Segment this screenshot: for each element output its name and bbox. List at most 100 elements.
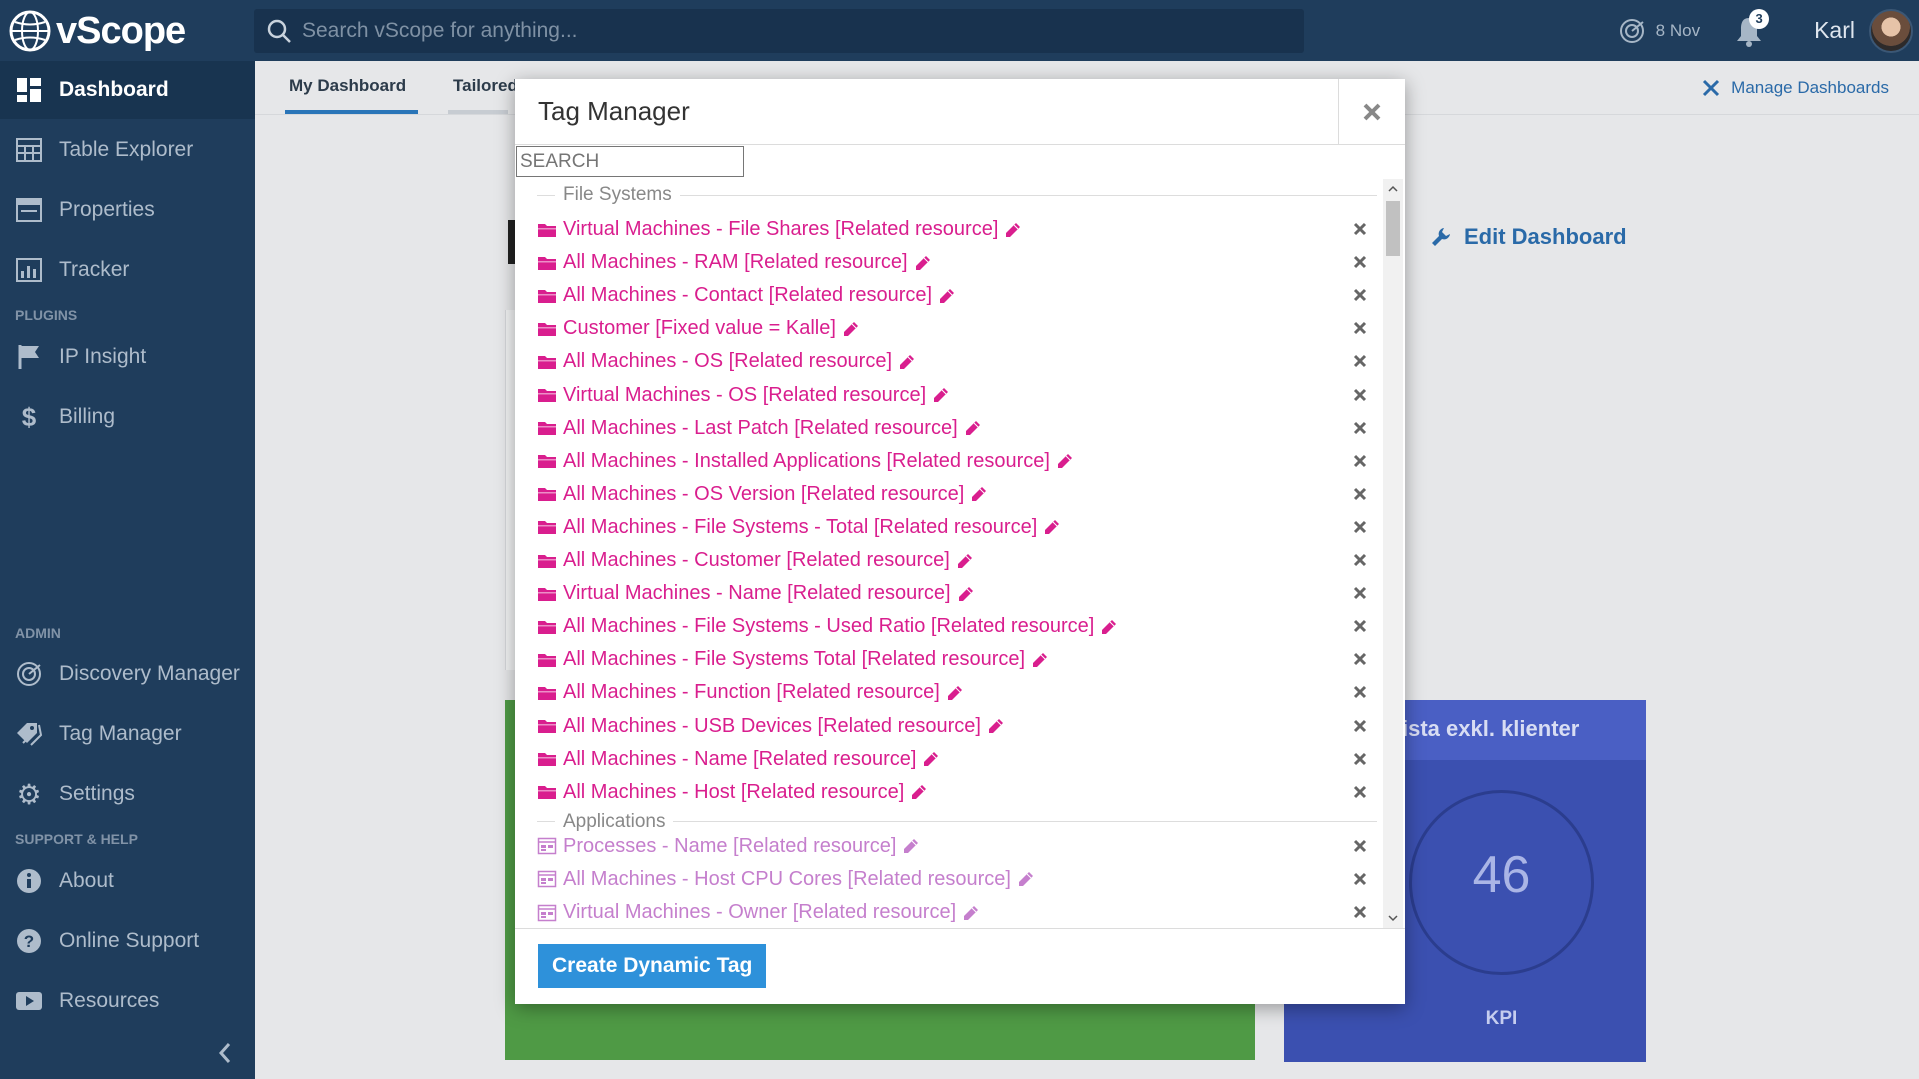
tag-label[interactable]: All Machines - Name [Related resource]: [563, 748, 916, 771]
pencil-icon[interactable]: [902, 837, 920, 855]
pencil-icon[interactable]: [938, 287, 956, 305]
tag-row[interactable]: Virtual Machines - Owner [Related resour…: [537, 896, 1377, 928]
tag-row[interactable]: All Machines - Function [Related resourc…: [537, 676, 1377, 709]
notifications-button[interactable]: 3: [1734, 8, 1770, 47]
delete-icon[interactable]: [1351, 286, 1369, 304]
tag-label[interactable]: All Machines - Contact [Related resource…: [563, 284, 932, 307]
sidebar-item-table-explorer[interactable]: Table Explorer: [0, 121, 255, 179]
tag-row[interactable]: All Machines - File Systems - Used Ratio…: [537, 610, 1377, 643]
sidebar-item-ip-insight[interactable]: IP Insight: [0, 328, 255, 386]
tag-label[interactable]: All Machines - RAM [Related resource]: [563, 251, 908, 274]
sidebar-item-online-support[interactable]: ? Online Support: [0, 912, 255, 970]
tag-row[interactable]: All Machines - Last Patch [Related resou…: [537, 412, 1377, 445]
delete-icon[interactable]: [1351, 617, 1369, 635]
pencil-icon[interactable]: [842, 320, 860, 338]
delete-icon[interactable]: [1351, 419, 1369, 437]
delete-icon[interactable]: [1351, 650, 1369, 668]
tag-label[interactable]: Virtual Machines - OS [Related resource]: [563, 384, 926, 407]
pencil-icon[interactable]: [1100, 618, 1118, 636]
pencil-icon[interactable]: [956, 552, 974, 570]
sidebar-item-dashboard[interactable]: Dashboard: [0, 61, 255, 119]
sidebar-item-properties[interactable]: Properties: [0, 181, 255, 239]
tag-label[interactable]: All Machines - File Systems Total [Relat…: [563, 648, 1025, 671]
pencil-icon[interactable]: [898, 353, 916, 371]
tag-row[interactable]: All Machines - USB Devices [Related reso…: [537, 710, 1377, 743]
search-input[interactable]: [302, 19, 1262, 43]
pencil-icon[interactable]: [914, 254, 932, 272]
delete-icon[interactable]: [1351, 584, 1369, 602]
delete-icon[interactable]: [1351, 518, 1369, 536]
tag-label[interactable]: All Machines - File Systems - Used Ratio…: [563, 615, 1094, 638]
pencil-icon[interactable]: [922, 750, 940, 768]
pencil-icon[interactable]: [964, 419, 982, 437]
delete-icon[interactable]: [1351, 452, 1369, 470]
tag-row[interactable]: All Machines - Contact [Related resource…: [537, 279, 1377, 312]
pencil-icon[interactable]: [987, 717, 1005, 735]
tag-label[interactable]: All Machines - Customer [Related resourc…: [563, 549, 950, 572]
delete-icon[interactable]: [1351, 485, 1369, 503]
tag-search-input[interactable]: [516, 146, 744, 177]
tag-label[interactable]: All Machines - USB Devices [Related reso…: [563, 715, 981, 738]
tag-label[interactable]: Processes - Name [Related resource]: [563, 835, 896, 858]
tag-label[interactable]: Customer [Fixed value = Kalle]: [563, 317, 836, 340]
delete-icon[interactable]: [1351, 837, 1369, 855]
delete-icon[interactable]: [1351, 253, 1369, 271]
tag-row[interactable]: Customer [Fixed value = Kalle]: [537, 312, 1377, 345]
sidebar-item-about[interactable]: About: [0, 852, 255, 910]
pencil-icon[interactable]: [1004, 221, 1022, 239]
tag-label[interactable]: All Machines - Host [Related resource]: [563, 781, 904, 804]
tag-row[interactable]: All Machines - Host CPU Cores [Related r…: [537, 863, 1377, 896]
sidebar-item-resources[interactable]: Resources: [0, 972, 255, 1030]
manage-dashboards-link[interactable]: Manage Dashboards: [1701, 78, 1889, 98]
delete-icon[interactable]: [1351, 220, 1369, 238]
edit-dashboard-button[interactable]: Edit Dashboard: [1430, 224, 1627, 250]
tag-label[interactable]: All Machines - Installed Applications [R…: [563, 450, 1050, 473]
delete-icon[interactable]: [1351, 903, 1369, 921]
pencil-icon[interactable]: [957, 585, 975, 603]
tab-my-dashboard[interactable]: My Dashboard: [289, 76, 406, 96]
delete-icon[interactable]: [1351, 319, 1369, 337]
tag-label[interactable]: Virtual Machines - Owner [Related resour…: [563, 901, 956, 924]
sidebar-item-tag-manager[interactable]: Tag Manager: [0, 705, 255, 763]
scroll-thumb[interactable]: [1386, 201, 1400, 256]
tag-row[interactable]: All Machines - Host [Related resource]: [537, 776, 1377, 809]
user-name[interactable]: Karl: [1814, 17, 1855, 44]
tag-label[interactable]: All Machines - OS Version [Related resou…: [563, 483, 964, 506]
pencil-icon[interactable]: [970, 485, 988, 503]
scrollbar[interactable]: [1383, 179, 1403, 928]
pencil-icon[interactable]: [962, 904, 980, 922]
app-logo[interactable]: vScope: [8, 8, 186, 54]
delete-icon[interactable]: [1351, 551, 1369, 569]
tag-row[interactable]: All Machines - Customer [Related resourc…: [537, 544, 1377, 577]
delete-icon[interactable]: [1351, 352, 1369, 370]
delete-icon[interactable]: [1351, 386, 1369, 404]
pencil-icon[interactable]: [1043, 518, 1061, 536]
tag-row[interactable]: All Machines - Installed Applications [R…: [537, 445, 1377, 478]
delete-icon[interactable]: [1351, 717, 1369, 735]
tag-row[interactable]: All Machines - RAM [Related resource]: [537, 246, 1377, 279]
sidebar-item-billing[interactable]: $ Billing: [0, 388, 255, 446]
sidebar-item-settings[interactable]: ⚙ Settings: [0, 765, 255, 823]
tag-label[interactable]: Virtual Machines - Name [Related resourc…: [563, 582, 951, 605]
tag-row[interactable]: Processes - Name [Related resource]: [537, 830, 1377, 863]
delete-icon[interactable]: [1351, 683, 1369, 701]
pencil-icon[interactable]: [910, 783, 928, 801]
tag-row[interactable]: Virtual Machines - File Shares [Related …: [537, 213, 1377, 246]
collapse-sidebar-icon[interactable]: [215, 1039, 235, 1067]
tag-label[interactable]: All Machines - Host CPU Cores [Related r…: [563, 868, 1011, 891]
discovery-date[interactable]: 8 Nov: [1618, 17, 1700, 45]
pencil-icon[interactable]: [932, 386, 950, 404]
tag-row[interactable]: All Machines - File Systems - Total [Rel…: [537, 511, 1377, 544]
create-dynamic-tag-button[interactable]: Create Dynamic Tag: [538, 944, 767, 988]
tag-label[interactable]: Virtual Machines - File Shares [Related …: [563, 218, 998, 241]
tag-label[interactable]: All Machines - OS [Related resource]: [563, 350, 892, 373]
sidebar-item-discovery-manager[interactable]: Discovery Manager: [0, 645, 255, 703]
pencil-icon[interactable]: [1031, 651, 1049, 669]
delete-icon[interactable]: [1351, 870, 1369, 888]
tab-tailored[interactable]: Tailored: [453, 76, 518, 96]
delete-icon[interactable]: [1351, 783, 1369, 801]
pencil-icon[interactable]: [1017, 870, 1035, 888]
delete-icon[interactable]: [1351, 750, 1369, 768]
avatar[interactable]: [1869, 8, 1913, 53]
tag-row[interactable]: Virtual Machines - Name [Related resourc…: [537, 577, 1377, 610]
